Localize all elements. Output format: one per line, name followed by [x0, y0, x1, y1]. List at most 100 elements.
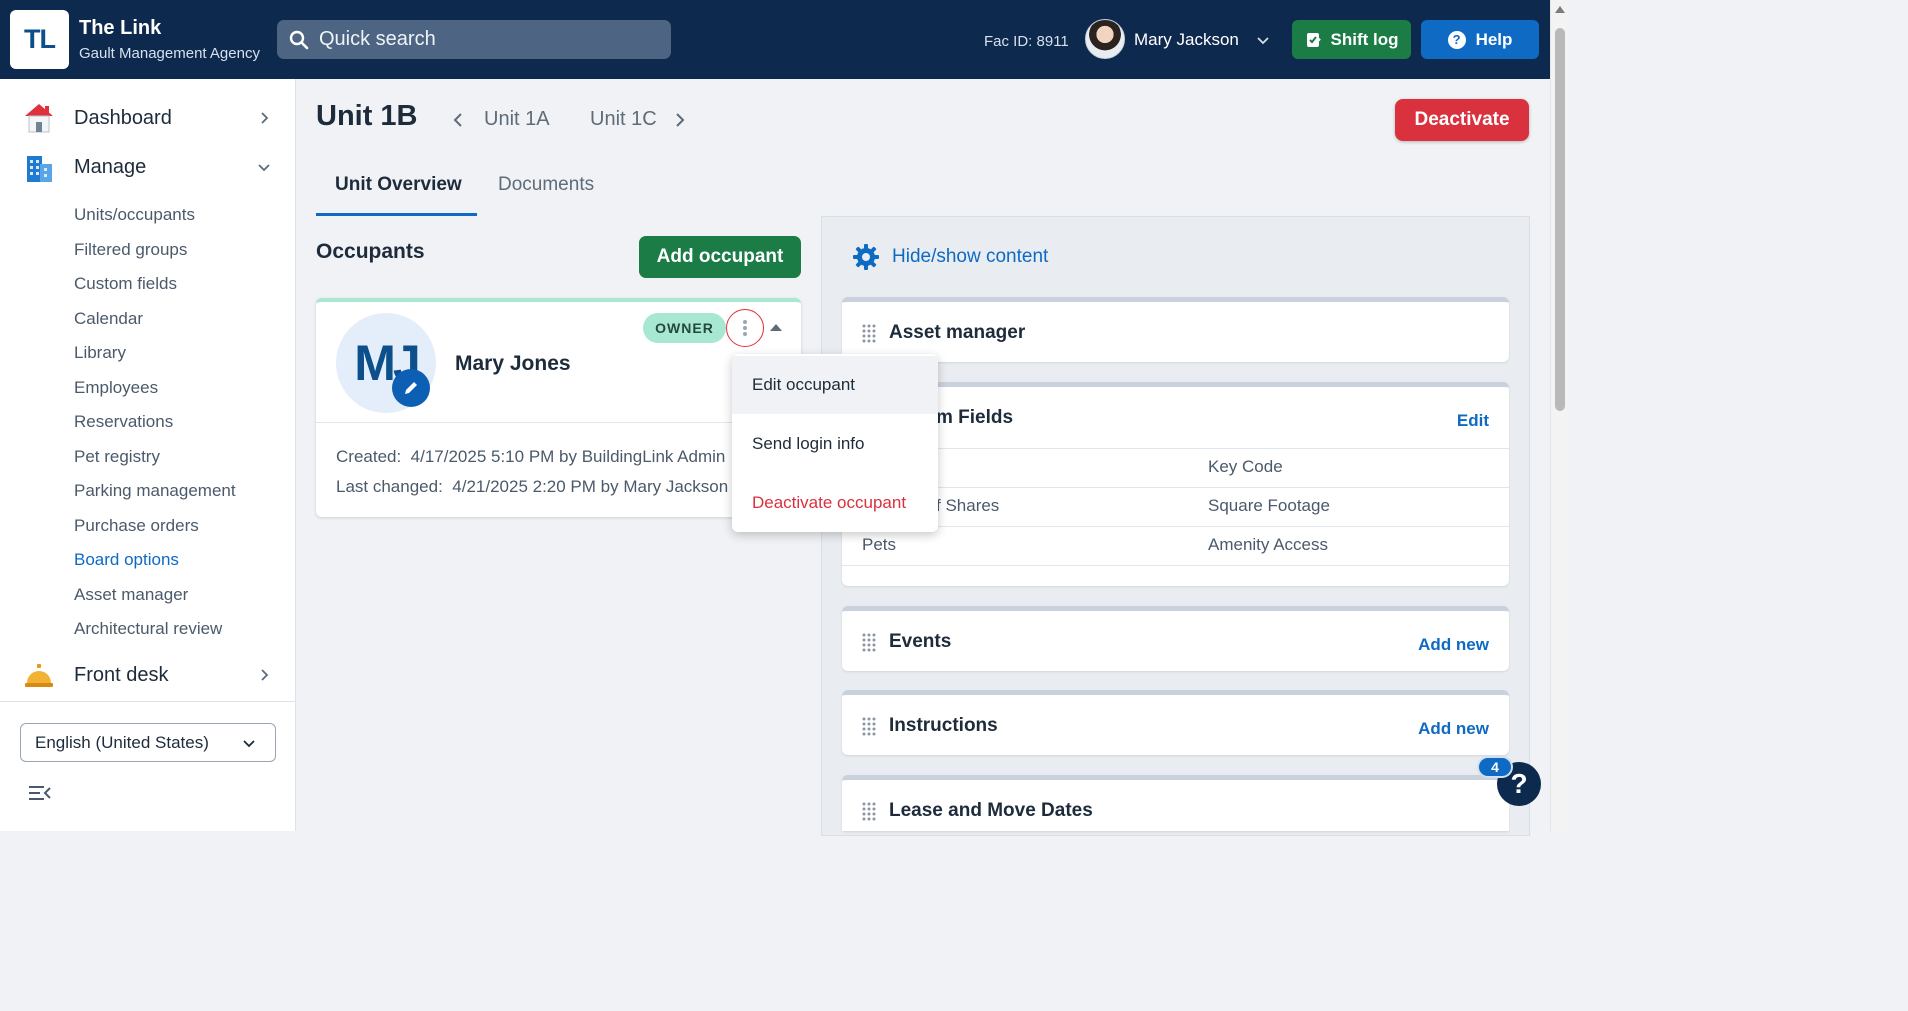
sidebar-item-reservations[interactable]: Reservations [74, 412, 173, 432]
quick-search-input[interactable]: Quick search [277, 20, 671, 59]
collapse-card-caret-icon[interactable] [770, 324, 782, 331]
created-label: Created: [336, 447, 402, 466]
search-placeholder: Quick search [319, 28, 436, 50]
events-title: Events [889, 631, 952, 652]
instructions-add-new-link[interactable]: Add new [1418, 719, 1489, 739]
created-value: 4/17/2025 5:10 PM by BuildingLink Admin [410, 447, 726, 466]
custom-field-row: Pets Amenity Access [842, 526, 1509, 566]
sidebar-item-purchase-orders[interactable]: Purchase orders [74, 516, 199, 536]
asset-manager-title: Asset manager [889, 322, 1026, 343]
card-divider [316, 422, 801, 423]
hide-show-content-button[interactable]: Hide/show content [852, 243, 1048, 271]
sidebar-item-custom-fields[interactable]: Custom fields [74, 274, 177, 294]
sidebar-item-front-desk[interactable]: Front desk [0, 652, 296, 698]
chevron-down-icon [258, 164, 270, 172]
custom-field-left: Pets [862, 535, 897, 554]
sidebar-item-filtered-groups[interactable]: Filtered groups [74, 240, 187, 260]
sidebar: Dashboard Manage Units/occupants Filtere… [0, 79, 296, 831]
app-title: The Link [79, 17, 162, 39]
page-scrollbar[interactable] [1550, 0, 1568, 831]
sidebar-item-architectural-review[interactable]: Architectural review [74, 619, 222, 639]
top-bar: TL The Link Gault Management Agency Quic… [0, 0, 1550, 79]
drag-handle-icon[interactable] [861, 801, 877, 821]
menu-item-edit-occupant[interactable]: Edit occupant [732, 356, 938, 414]
menu-item-send-login-info[interactable]: Send login info [732, 415, 938, 473]
page-title: Unit 1B [316, 100, 418, 132]
occupant-card: MJ Mary Jones OWNER Created: 4/17/2025 5… [316, 298, 801, 517]
chevron-right-icon [261, 112, 269, 124]
custom-field-row: Key Code [842, 448, 1509, 488]
events-add-new-link[interactable]: Add new [1418, 635, 1489, 655]
menu-item-deactivate-occupant[interactable]: Deactivate occupant [732, 474, 938, 532]
service-bell-icon [25, 664, 53, 687]
user-avatar[interactable] [1085, 19, 1125, 59]
agency-name: Gault Management Agency [79, 45, 260, 62]
collapse-sidebar-icon[interactable] [27, 782, 53, 804]
kebab-menu-icon [743, 320, 747, 336]
drag-handle-icon[interactable] [861, 323, 877, 343]
active-tab-indicator [316, 213, 477, 216]
hide-show-label: Hide/show content [892, 246, 1049, 267]
sidebar-item-units-occupants[interactable]: Units/occupants [74, 205, 195, 225]
sidebar-item-manage[interactable]: Manage [0, 144, 296, 190]
search-icon [289, 30, 309, 49]
edit-avatar-button[interactable] [392, 369, 430, 407]
asset-manager-widget: Asset manager [842, 297, 1509, 362]
help-button[interactable]: ? Help [1421, 20, 1539, 59]
occupant-actions-menu: Edit occupant Send login info Deactivate… [732, 354, 938, 532]
chevron-down-icon [243, 739, 255, 747]
app-logo[interactable]: TL [10, 10, 69, 69]
next-unit-link[interactable]: Unit 1C [590, 108, 657, 131]
occupant-name[interactable]: Mary Jones [455, 352, 571, 376]
custom-field-right: Amenity Access [1208, 535, 1328, 554]
scroll-thumb[interactable] [1555, 28, 1565, 411]
custom-field-right: Key Code [1208, 457, 1283, 476]
lease-move-dates-title: Lease and Move Dates [889, 800, 1093, 821]
facility-id: Fac ID: 8911 [984, 33, 1069, 50]
clipboard-edit-icon [1306, 32, 1321, 47]
chevron-down-icon[interactable] [1255, 32, 1271, 48]
occupant-actions-button[interactable] [726, 309, 764, 347]
last-changed-label: Last changed: [336, 477, 443, 496]
sidebar-item-board-options[interactable]: Board options [74, 550, 179, 570]
drag-handle-icon[interactable] [861, 632, 877, 652]
shift-log-label: Shift log [1330, 29, 1399, 49]
notification-count-badge: 4 [1477, 756, 1513, 778]
sidebar-item-dashboard[interactable]: Dashboard [0, 95, 296, 141]
lease-move-dates-widget: Lease and Move Dates [842, 775, 1509, 831]
shift-log-button[interactable]: Shift log [1292, 20, 1411, 59]
created-info: Created: 4/17/2025 5:10 PM by BuildingLi… [336, 447, 736, 467]
sidebar-item-library[interactable]: Library [74, 343, 126, 363]
chevron-right-icon[interactable] [672, 111, 688, 129]
chevron-right-icon [261, 669, 269, 681]
instructions-widget: Instructions Add new [842, 690, 1509, 755]
last-changed-value: 4/21/2025 2:20 PM by Mary Jackson [452, 477, 729, 496]
chevron-left-icon[interactable] [450, 111, 466, 129]
custom-fields-widget: m Fields Edit Key Code f Shares Square F… [842, 382, 1509, 586]
sidebar-item-calendar[interactable]: Calendar [74, 309, 143, 329]
last-changed-info: Last changed: 4/21/2025 2:20 PM by Mary … [336, 477, 736, 497]
previous-unit-link[interactable]: Unit 1A [484, 108, 550, 131]
sidebar-item-parking-management[interactable]: Parking management [74, 481, 236, 501]
tab-documents[interactable]: Documents [498, 174, 594, 196]
sidebar-label-manage: Manage [74, 155, 147, 178]
house-icon [25, 104, 53, 133]
deactivate-unit-button[interactable]: Deactivate [1395, 99, 1529, 141]
tab-unit-overview[interactable]: Unit Overview [335, 174, 462, 196]
sidebar-item-asset-manager[interactable]: Asset manager [74, 585, 188, 605]
custom-fields-edit-link[interactable]: Edit [1457, 411, 1489, 431]
user-menu-name[interactable]: Mary Jackson [1134, 30, 1239, 50]
add-occupant-button[interactable]: Add occupant [639, 236, 801, 278]
custom-field-left: f Shares [936, 496, 1000, 515]
language-value: English (United States) [35, 732, 209, 752]
sidebar-item-pet-registry[interactable]: Pet registry [74, 447, 160, 467]
gear-icon [853, 244, 879, 270]
scroll-up-arrow-icon[interactable] [1555, 6, 1565, 13]
events-widget: Events Add new [842, 606, 1509, 671]
sidebar-item-employees[interactable]: Employees [74, 378, 158, 398]
question-circle-icon: ? [1447, 30, 1466, 49]
drag-handle-icon[interactable] [861, 716, 877, 736]
custom-field-row [842, 565, 1509, 586]
building-icon [27, 156, 52, 182]
language-select[interactable]: English (United States) [20, 723, 276, 762]
